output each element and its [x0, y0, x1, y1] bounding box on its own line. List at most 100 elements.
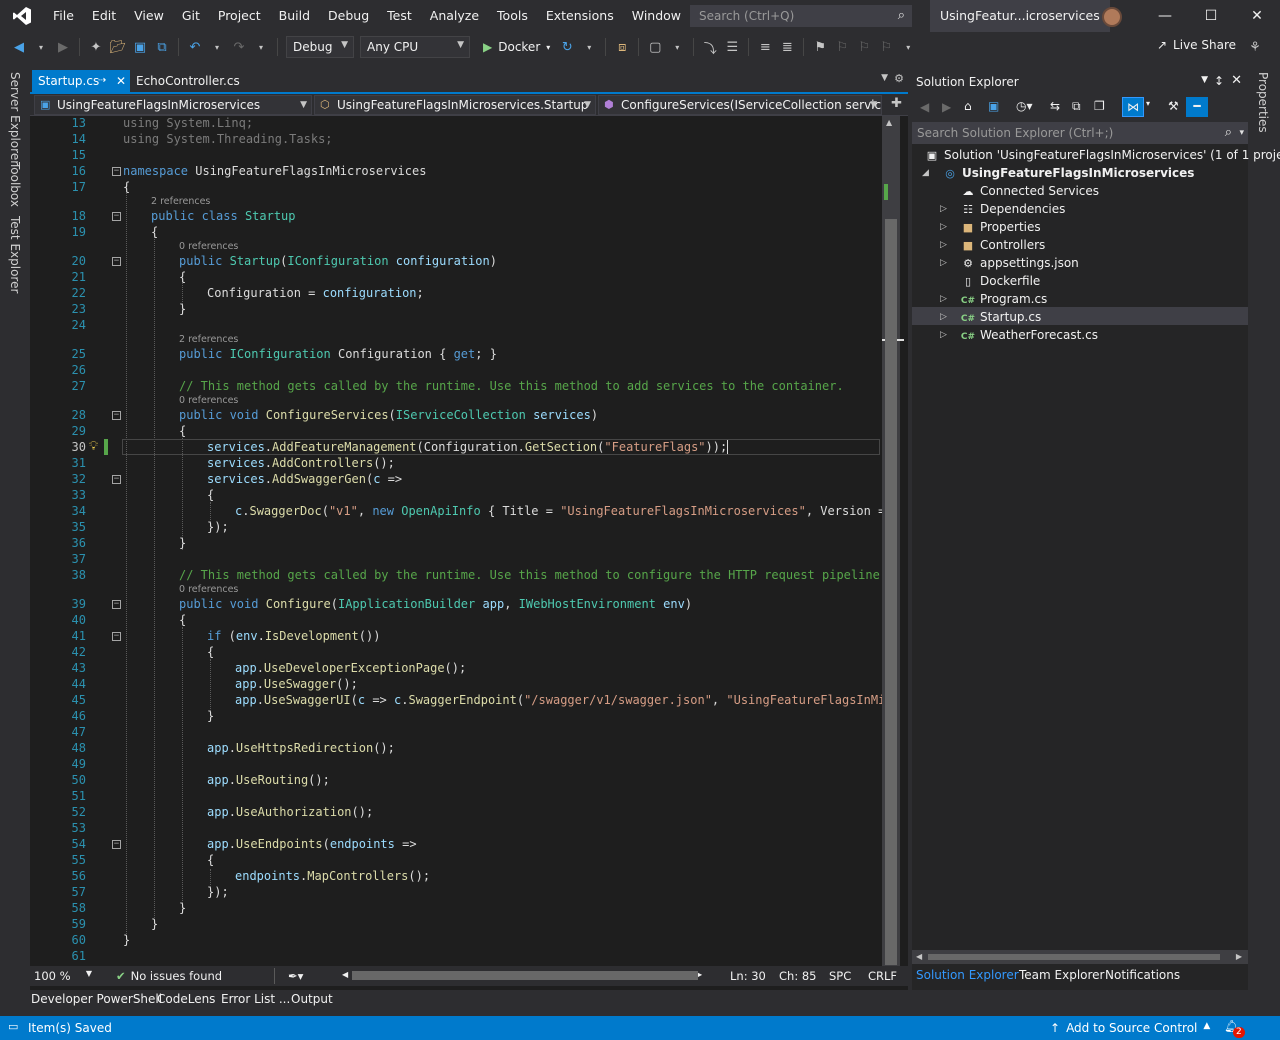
clear-bookmarks-icon[interactable]: ⚐	[875, 36, 897, 58]
collapse-icon[interactable]: −	[112, 167, 121, 176]
step-into-icon[interactable]: ⤵	[699, 36, 721, 58]
window-position-icon[interactable]: ▼	[1201, 75, 1208, 85]
collapse-icon[interactable]: −	[112, 212, 121, 221]
codelens-references[interactable]: 0 references	[179, 584, 238, 595]
start-debugging-button[interactable]: ▶ Docker ▾	[483, 40, 550, 54]
collapse-icon[interactable]: −	[112, 475, 121, 484]
avatar[interactable]	[1102, 7, 1122, 27]
server-explorer-tab[interactable]: Server Explorer	[8, 72, 22, 165]
type-navigation-select[interactable]: ⬡ UsingFeatureFlagsInMicroservices.Start…	[314, 95, 596, 115]
menu-git[interactable]: Git	[173, 0, 209, 32]
show-all-files-icon[interactable]: ❐	[1094, 99, 1105, 113]
sync-icon[interactable]: ⇆	[1050, 99, 1060, 113]
brush-icon[interactable]: ✒▾	[288, 969, 303, 983]
dropdown-icon[interactable]: ▾	[666, 36, 688, 58]
indent-icon[interactable]: ≣	[776, 36, 798, 58]
close-icon[interactable]: ✕	[1234, 0, 1280, 32]
collapsed-triangle-icon[interactable]: ▷	[940, 254, 947, 272]
codelens-references[interactable]: 2 references	[151, 196, 210, 207]
open-folder-icon[interactable]: 📂︎	[107, 36, 129, 58]
test-explorer-tab[interactable]: Test Explorer	[8, 216, 22, 293]
outdent-icon[interactable]: ≡	[754, 36, 776, 58]
undo-icon[interactable]: ↶	[184, 36, 206, 58]
line-indicator[interactable]: Ln: 30	[730, 969, 766, 983]
maximize-icon[interactable]: ☐	[1188, 0, 1234, 32]
visual-studio-logo-icon[interactable]	[0, 0, 44, 32]
tree-item-connected-services[interactable]: ☁ Connected Services	[960, 182, 1100, 200]
collapsed-triangle-icon[interactable]: ▷	[940, 326, 947, 344]
collapse-icon[interactable]: −	[112, 257, 121, 266]
scroll-left-icon[interactable]: ◀	[916, 952, 922, 961]
close-tab-icon[interactable]: ✕	[116, 70, 126, 92]
menu-file[interactable]: File	[44, 0, 83, 32]
dropdown-icon[interactable]: ▾	[30, 36, 52, 58]
collapse-icon[interactable]: −	[112, 632, 121, 641]
switch-views-icon[interactable]: ▣	[988, 99, 999, 113]
tab-error-list[interactable]: Error List ...	[221, 992, 290, 1006]
collapse-icon[interactable]: −	[112, 411, 121, 420]
new-project-icon[interactable]: ✦	[85, 36, 107, 58]
column-indicator[interactable]: Ch: 85	[779, 969, 816, 983]
dropdown-icon[interactable]: ▾	[206, 36, 228, 58]
tab-notifications[interactable]: Notifications	[1105, 968, 1180, 982]
tree-item-properties[interactable]: ▷ ■ Properties	[940, 218, 1041, 236]
save-all-icon[interactable]: ⧉	[151, 36, 173, 58]
back-icon[interactable]: ◀	[8, 36, 30, 58]
line-ending-indicator[interactable]: CRLF	[868, 969, 897, 983]
collapsed-triangle-icon[interactable]: ▷	[940, 200, 947, 218]
properties-wrench-icon[interactable]: ⚒	[1168, 99, 1179, 113]
menu-project[interactable]: Project	[209, 0, 270, 32]
tab-output[interactable]: Output	[291, 992, 333, 1006]
whitespace-indicator[interactable]: SPC	[829, 969, 851, 983]
lightbulb-icon[interactable]: 💡︎	[89, 439, 98, 454]
horizontal-scrollbar-thumb[interactable]	[352, 971, 698, 980]
tab-solution-explorer[interactable]: Solution Explorer	[916, 968, 1019, 982]
collapsed-triangle-icon[interactable]: ▷	[940, 308, 947, 326]
menu-tools[interactable]: Tools	[488, 0, 537, 32]
pending-changes-icon[interactable]: ◷▾	[1016, 99, 1033, 113]
redo-icon[interactable]: ↷	[228, 36, 250, 58]
previous-bookmark-icon[interactable]: ⚐	[831, 36, 853, 58]
scroll-right-icon[interactable]: ▶	[1236, 952, 1242, 961]
zoom-select[interactable]: 100 % ▼	[34, 969, 92, 983]
scrollbar-thumb[interactable]	[885, 219, 897, 965]
codelens-references[interactable]: 0 references	[179, 395, 238, 406]
dropdown-icon[interactable]: ▾	[578, 36, 600, 58]
tab-list-dropdown-icon[interactable]: ▼	[881, 73, 888, 83]
tab-echocontroller-cs[interactable]: EchoController.cs	[130, 70, 240, 92]
scroll-left-icon[interactable]: ◀	[342, 970, 348, 979]
browser-link-icon[interactable]: ⧈	[611, 36, 633, 58]
menu-extensions[interactable]: Extensions	[537, 0, 623, 32]
home-icon[interactable]: ⌂	[964, 99, 972, 113]
solution-platform-select[interactable]: Any CPU ▼	[360, 36, 470, 58]
tree-item-program-cs[interactable]: ▷ C# Program.cs	[940, 290, 1047, 308]
tree-item-controllers[interactable]: ▷ ■ Controllers	[940, 236, 1045, 254]
notifications-button[interactable]: 🔔︎ 2	[1224, 1019, 1245, 1038]
forward-icon[interactable]: ▶	[52, 36, 74, 58]
codelens-references[interactable]: 0 references	[179, 241, 238, 252]
tab-startup-cs[interactable]: Startup.cs ⇢ ✕	[32, 70, 130, 92]
menu-test[interactable]: Test	[378, 0, 421, 32]
screenshot-icon[interactable]: ▢	[644, 36, 666, 58]
next-bookmark-icon[interactable]: ⚐	[853, 36, 875, 58]
project-navigation-select[interactable]: ▣ UsingFeatureFlagsInMicroservices ▼	[34, 95, 312, 115]
tree-item-appsettings[interactable]: ▷ ⚙ appsettings.json	[940, 254, 1079, 272]
tree-item-dockerfile[interactable]: ▯ Dockerfile	[960, 272, 1040, 290]
solution-search-input[interactable]: Search Solution Explorer (Ctrl+;) ⌕ ▾	[912, 122, 1248, 144]
tab-codelens[interactable]: CodeLens	[157, 992, 215, 1006]
tree-item-dependencies[interactable]: ▷ ☷ Dependencies	[940, 200, 1065, 218]
chevron-down-icon[interactable]: ▾	[1146, 99, 1150, 108]
scrollbar-thumb[interactable]	[928, 954, 1220, 960]
menu-view[interactable]: View	[125, 0, 173, 32]
preview-icon[interactable]: ━	[1186, 97, 1208, 117]
split-window-icon[interactable]: ✚	[891, 96, 902, 111]
add-to-source-control-button[interactable]: ↑ Add to Source Control ▲	[1050, 1021, 1210, 1035]
tree-item-weatherforecast-cs[interactable]: ▷ C# WeatherForecast.cs	[940, 326, 1098, 344]
properties-tab[interactable]: Properties	[1256, 72, 1270, 133]
dropdown-icon[interactable]: ▾	[250, 36, 272, 58]
collapse-all-icon[interactable]: ⧉	[1072, 99, 1081, 114]
pin-icon[interactable]: ⇢	[98, 70, 106, 92]
tab-developer-powershell[interactable]: Developer PowerShell	[31, 992, 162, 1006]
collapse-icon[interactable]: −	[112, 840, 121, 849]
toolbar-options-icon[interactable]: ▾	[897, 36, 919, 58]
